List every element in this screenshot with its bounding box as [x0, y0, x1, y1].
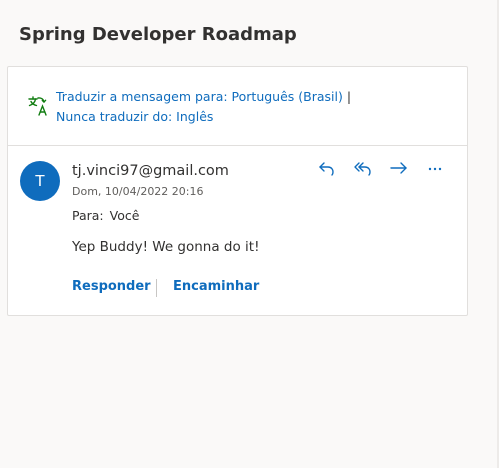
- sender-email[interactable]: tj.vinci97@gmail.com: [72, 163, 229, 179]
- forward-icon: [389, 159, 409, 183]
- translation-links: Traduzir a mensagem para: Português (Bra…: [56, 87, 351, 127]
- translate-message-link[interactable]: Traduzir a mensagem para: Português (Bra…: [56, 89, 343, 104]
- footer-divider: [156, 279, 157, 297]
- reading-pane: Spring Developer Roadmap Traduzir a mens…: [0, 0, 497, 468]
- message-subject: Spring Developer Roadmap: [19, 24, 297, 45]
- translate-icon: [27, 95, 49, 117]
- reply-button[interactable]: [314, 159, 340, 183]
- reply-all-icon: [353, 159, 373, 183]
- avatar[interactable]: T: [20, 161, 60, 201]
- reply-all-button[interactable]: [350, 159, 376, 183]
- more-icon: [426, 159, 444, 183]
- translation-bar: Traduzir a mensagem para: Português (Bra…: [8, 67, 467, 146]
- forward-footer-button[interactable]: Encaminhar: [173, 279, 259, 294]
- reply-footer-button[interactable]: Responder: [72, 279, 151, 294]
- recipient-line: Para: Você: [72, 208, 139, 223]
- never-translate-link[interactable]: Nunca traduzir do: Inglês: [56, 109, 213, 124]
- message-date: Dom, 10/04/2022 20:16: [72, 185, 204, 198]
- forward-button[interactable]: [386, 159, 412, 183]
- more-actions-button[interactable]: [422, 159, 448, 183]
- recipient-name[interactable]: Você: [110, 208, 140, 223]
- reply-icon: [317, 159, 337, 183]
- to-label: Para:: [72, 208, 104, 223]
- message-body: Yep Buddy! We gonna do it!: [72, 239, 260, 255]
- link-separator: |: [346, 89, 352, 104]
- message-card: Traduzir a mensagem para: Português (Bra…: [7, 66, 468, 316]
